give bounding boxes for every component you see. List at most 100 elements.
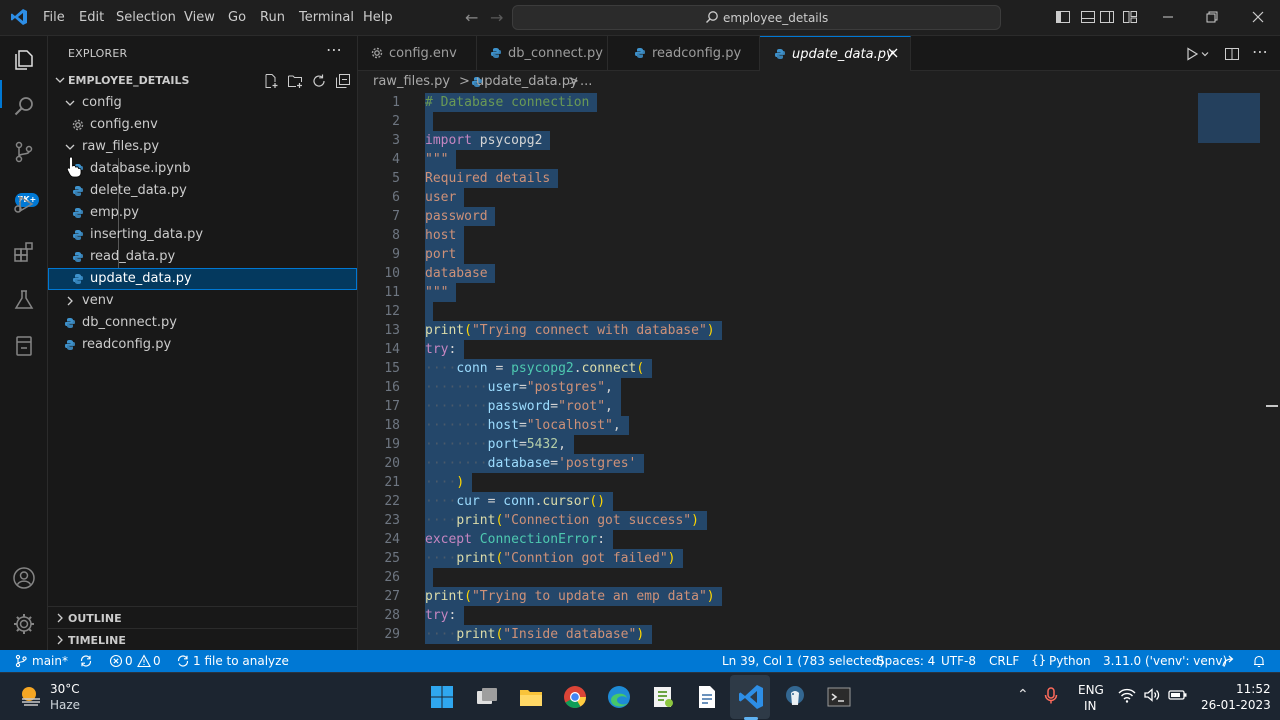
tab-config-env[interactable]: config.env (358, 36, 477, 71)
microphone-icon[interactable] (1044, 687, 1058, 705)
close-window-icon[interactable] (1250, 9, 1266, 25)
close-tab-icon[interactable] (886, 46, 900, 60)
windows-start-icon[interactable] (428, 683, 456, 711)
menu-help[interactable]: Help (363, 10, 393, 25)
warning-count[interactable]: 0 (153, 654, 161, 668)
new-file-icon[interactable] (263, 73, 279, 89)
sync-icon[interactable] (79, 654, 93, 668)
encoding[interactable]: UTF-8 (941, 654, 976, 668)
run-python-file-icon[interactable] (1184, 46, 1200, 62)
analyze-sync-icon[interactable] (176, 654, 190, 668)
tree-folder-venv[interactable]: venv (48, 290, 357, 312)
breadcrumb-file[interactable]: update_data.py (476, 74, 578, 89)
edge-icon[interactable] (605, 683, 633, 711)
toggle-secondary-sidebar-icon[interactable] (1099, 9, 1115, 25)
tree-file-read-data[interactable]: read_data.py (48, 246, 357, 268)
weather-condition[interactable]: Haze (50, 698, 80, 712)
menu-terminal[interactable]: Terminal (299, 10, 354, 25)
customize-layout-icon[interactable] (1122, 9, 1138, 25)
git-branch[interactable]: main* (32, 654, 68, 668)
code-line: 26 (358, 568, 1258, 587)
menu-selection[interactable]: Selection (116, 10, 176, 25)
split-editor-icon[interactable] (1224, 46, 1240, 62)
settings-gear-icon[interactable] (12, 612, 36, 636)
clock-time[interactable]: 11:52 (1236, 682, 1271, 696)
indentation[interactable]: Spaces: 4 (877, 654, 935, 668)
input-region[interactable]: IN (1084, 699, 1097, 713)
tab-update-data[interactable]: update_data.py (760, 36, 911, 71)
error-icon[interactable] (109, 654, 123, 668)
notifications-bell-icon[interactable] (1252, 654, 1266, 668)
refresh-icon[interactable] (311, 73, 327, 89)
warning-icon[interactable] (137, 654, 151, 668)
tree-file-inserting-data[interactable]: inserting_data.py (48, 224, 357, 246)
run-debug-icon[interactable] (12, 192, 36, 216)
testing-flask-icon[interactable] (12, 288, 36, 312)
analyze-status[interactable]: 1 file to analyze (193, 654, 289, 668)
end-of-line[interactable]: CRLF (989, 654, 1019, 668)
tree-folder-config[interactable]: config (48, 92, 357, 114)
editor-more-actions-icon[interactable]: ⋯ (1252, 42, 1268, 61)
extensions-icon[interactable] (12, 240, 36, 264)
menu-view[interactable]: View (184, 10, 215, 25)
collapse-all-icon[interactable] (335, 73, 351, 89)
remote-explorer-icon[interactable] (12, 334, 36, 358)
battery-icon[interactable] (1168, 687, 1188, 703)
tree-file-db-connect[interactable]: db_connect.py (48, 312, 357, 334)
tree-file-emp[interactable]: emp.py (48, 202, 357, 224)
tree-file-database-ipynb[interactable]: database.ipynb (48, 158, 357, 180)
source-control-icon[interactable] (12, 140, 36, 164)
explorer-icon[interactable] (12, 48, 36, 72)
chrome-icon[interactable] (561, 683, 589, 711)
menu-file[interactable]: File (43, 10, 65, 25)
live-share-icon[interactable] (1221, 654, 1235, 668)
tree-file-delete-data[interactable]: delete_data.py (48, 180, 357, 202)
cursor-position[interactable]: Ln 39, Col 1 (783 selected) (722, 654, 884, 668)
postgresql-icon[interactable] (781, 683, 809, 711)
notepad-plus-icon[interactable] (649, 683, 677, 711)
wifi-icon[interactable] (1118, 687, 1136, 703)
tree-file-config-env[interactable]: config.env (48, 114, 357, 136)
task-view-icon[interactable] (473, 683, 501, 711)
vscode-taskbar-icon[interactable] (737, 683, 765, 711)
python-interpreter[interactable]: 3.11.0 ('venv': venv) (1103, 654, 1227, 668)
weather-temperature[interactable]: 30°C (50, 682, 80, 696)
forward-arrow-icon[interactable]: → (490, 8, 503, 27)
more-actions-icon[interactable]: ⋯ (326, 40, 342, 59)
tree-file-readconfig[interactable]: readconfig.py (48, 334, 357, 356)
toggle-panel-icon[interactable] (1080, 9, 1096, 25)
account-icon[interactable] (12, 566, 36, 590)
weather-sun-icon[interactable] (18, 683, 44, 709)
breadcrumb-more[interactable]: ... (580, 74, 592, 89)
run-dropdown-chevron-icon[interactable] (1200, 46, 1210, 62)
timeline-panel-header[interactable]: TIMELINE (48, 628, 357, 650)
document-editor-icon[interactable] (693, 683, 721, 711)
outline-panel-header[interactable]: OUTLINE (48, 606, 357, 628)
tree-folder-raw-files[interactable]: raw_files.py (48, 136, 357, 158)
menu-edit[interactable]: Edit (79, 10, 104, 25)
restore-icon[interactable] (1204, 9, 1220, 25)
breadcrumb-folder[interactable]: raw_files.py (373, 74, 450, 89)
file-explorer-icon[interactable] (517, 683, 545, 711)
menu-run[interactable]: Run (260, 10, 285, 25)
terminal-icon[interactable] (825, 683, 853, 711)
code-editor[interactable]: 1 # Database connection 2 3 import psycopg… (358, 93, 1280, 650)
minimap[interactable] (1198, 93, 1260, 143)
minimize-icon[interactable] (1160, 9, 1176, 25)
scrollbar-marker[interactable] (1266, 405, 1278, 407)
tree-file-update-data[interactable]: update_data.py (48, 268, 357, 290)
tab-readconfig[interactable]: readconfig.py (608, 36, 760, 71)
tab-db-connect[interactable]: db_connect.py (477, 36, 608, 71)
clock-date[interactable]: 26-01-2023 (1201, 698, 1271, 712)
volume-icon[interactable] (1143, 687, 1161, 703)
language-mode[interactable]: Python (1049, 654, 1091, 668)
menu-go[interactable]: Go (228, 10, 246, 25)
toggle-sidebar-icon[interactable] (1055, 9, 1071, 25)
input-language[interactable]: ENG (1078, 683, 1104, 697)
error-count[interactable]: 0 (125, 654, 133, 668)
search-view-icon[interactable] (12, 94, 36, 118)
system-tray-chevron-icon[interactable]: ⌃ (1017, 687, 1029, 703)
command-center-search[interactable]: employee_details (512, 5, 1001, 30)
back-arrow-icon[interactable]: ← (465, 8, 478, 27)
new-folder-icon[interactable] (287, 73, 303, 89)
